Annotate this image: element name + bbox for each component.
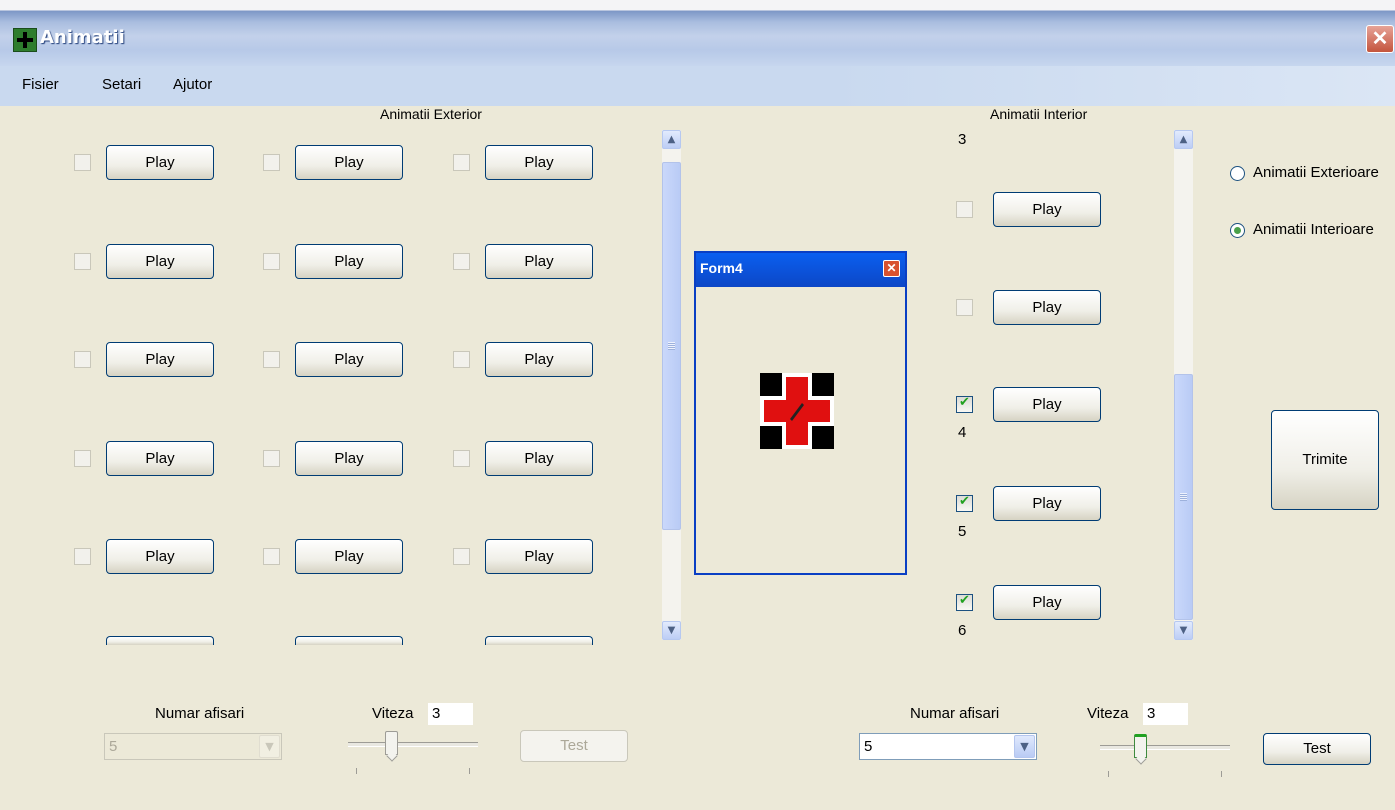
radio-interior[interactable] [1230,223,1245,238]
interior-test-button[interactable]: Test [1263,733,1371,765]
scroll-down-icon[interactable]: ▼ [1174,621,1193,640]
exterior-checkbox-4-1[interactable] [74,450,91,467]
exterior-play-button-4-3[interactable]: Play [485,441,593,476]
menu-fisier[interactable]: Fisier [22,76,59,93]
interior-item-number-3: 4 [958,424,967,441]
exterior-checkbox-2-1[interactable] [74,253,91,270]
interior-checkbox-2[interactable] [956,299,973,316]
interior-checkbox-1[interactable] [956,201,973,218]
exterior-play-button-2-1[interactable]: Play [106,244,214,279]
slider-tick [356,768,357,774]
exterior-play-button-3-3[interactable]: Play [485,342,593,377]
menu-ajutor[interactable]: Ajutor [173,76,212,93]
exterior-play-button-5-2[interactable]: Play [295,539,403,574]
exterior-count-value: 5 [109,738,118,755]
exterior-checkbox-3-2[interactable] [263,351,280,368]
slider-tick [1221,771,1222,777]
interior-item-number-4: 5 [958,523,967,540]
form4-title: Form4 [700,260,743,276]
exterior-play-button-2-3[interactable]: Play [485,244,593,279]
exterior-checkbox-2-3[interactable] [453,253,470,270]
scroll-down-icon[interactable]: ▼ [662,621,681,640]
red-cross-logo-icon [760,373,834,449]
interior-play-button-2[interactable]: Play [993,290,1101,325]
exterior-test-button: Test [520,730,628,762]
exterior-play-button-partial-2[interactable] [295,636,403,645]
form4-close-button[interactable]: ✕ [883,260,900,277]
interior-speed-label: Viteza [1087,705,1129,722]
form4-title-bar: Form4 ✕ [696,253,905,287]
exterior-checkbox-5-2[interactable] [263,548,280,565]
interior-top-number: 3 [958,131,967,148]
exterior-speed-value-text: 3 [432,705,441,722]
exterior-play-button-1-2[interactable]: Play [295,145,403,180]
interior-speed-value: 3 [1147,705,1156,722]
slider-tick [1108,771,1109,777]
exterior-checkbox-5-1[interactable] [74,548,91,565]
interior-count-combo[interactable]: 5 ▼ [859,733,1037,760]
exterior-play-button-3-1[interactable]: Play [106,342,214,377]
interior-checkbox-4[interactable] [956,494,973,512]
exterior-checkbox-4-3[interactable] [453,450,470,467]
radio-exterior-label: Animatii Exterioare [1253,164,1379,181]
scroll-up-icon[interactable]: ▲ [662,130,681,149]
window-title: Animatii [40,27,125,48]
exterior-play-button-4-1[interactable]: Play [106,441,214,476]
chevron-down-icon: ▼ [259,735,280,758]
interior-speed-track [1100,745,1230,750]
exterior-checkbox-4-2[interactable] [263,450,280,467]
radio-exterior[interactable] [1230,166,1245,181]
interior-play-button-3[interactable]: Play [993,387,1101,422]
menu-setari[interactable]: Setari [102,76,141,93]
scroll-thumb[interactable] [662,162,681,530]
exterior-play-button-5-1[interactable]: Play [106,539,214,574]
interior-checkbox-5[interactable] [956,593,973,611]
exterior-scrollbar[interactable]: ▲ ▼ [662,130,681,640]
close-window-button[interactable]: ✕ [1366,25,1394,53]
chevron-down-icon[interactable]: ▼ [1014,735,1035,758]
exterior-speed-slider [385,731,398,755]
exterior-play-button-2-2[interactable]: Play [295,244,403,279]
form4-window: Form4 ✕ [694,251,907,575]
exterior-checkbox-3-3[interactable] [453,351,470,368]
send-button[interactable]: Trimite [1271,410,1379,510]
exterior-play-button-1-1[interactable]: Play [106,145,214,180]
interior-checkbox-3[interactable] [956,395,973,413]
interior-group-label: Animatii Interior [990,106,1088,122]
interior-play-button-1[interactable]: Play [993,192,1101,227]
exterior-play-button-1-3[interactable]: Play [485,145,593,180]
exterior-play-button-4-2[interactable]: Play [295,441,403,476]
interior-play-button-5[interactable]: Play [993,585,1101,620]
interior-count-value: 5 [864,738,873,755]
exterior-group-label: Animatii Exterior [380,106,482,122]
exterior-checkbox-1-3[interactable] [453,154,470,171]
exterior-play-button-3-2[interactable]: Play [295,342,403,377]
slider-tick [469,768,470,774]
exterior-play-button-partial-3[interactable] [485,636,593,645]
interior-speed-slider[interactable] [1134,734,1147,758]
exterior-speed-label: Viteza [372,705,414,722]
scroll-thumb[interactable] [1174,374,1193,620]
interior-count-label: Numar afisari [910,705,1000,722]
exterior-speed-track [348,742,478,747]
exterior-checkbox-1-1[interactable] [74,154,91,171]
exterior-play-button-5-3[interactable]: Play [485,539,593,574]
title-bar [0,0,1395,66]
interior-scrollbar[interactable]: ▲ ▼ [1174,130,1193,640]
exterior-checkbox-1-2[interactable] [263,154,280,171]
exterior-count-label: Numar afisari [155,705,245,722]
radio-interior-label: Animatii Interioare [1253,221,1374,238]
exterior-checkbox-2-2[interactable] [263,253,280,270]
green-cross-icon [13,28,37,52]
exterior-checkbox-5-3[interactable] [453,548,470,565]
interior-item-number-5: 6 [958,622,967,639]
interior-play-button-4[interactable]: Play [993,486,1101,521]
scroll-up-icon[interactable]: ▲ [1174,130,1193,149]
exterior-play-button-partial-1[interactable] [106,636,214,645]
exterior-count-combo: 5 ▼ [104,733,282,760]
exterior-checkbox-3-1[interactable] [74,351,91,368]
